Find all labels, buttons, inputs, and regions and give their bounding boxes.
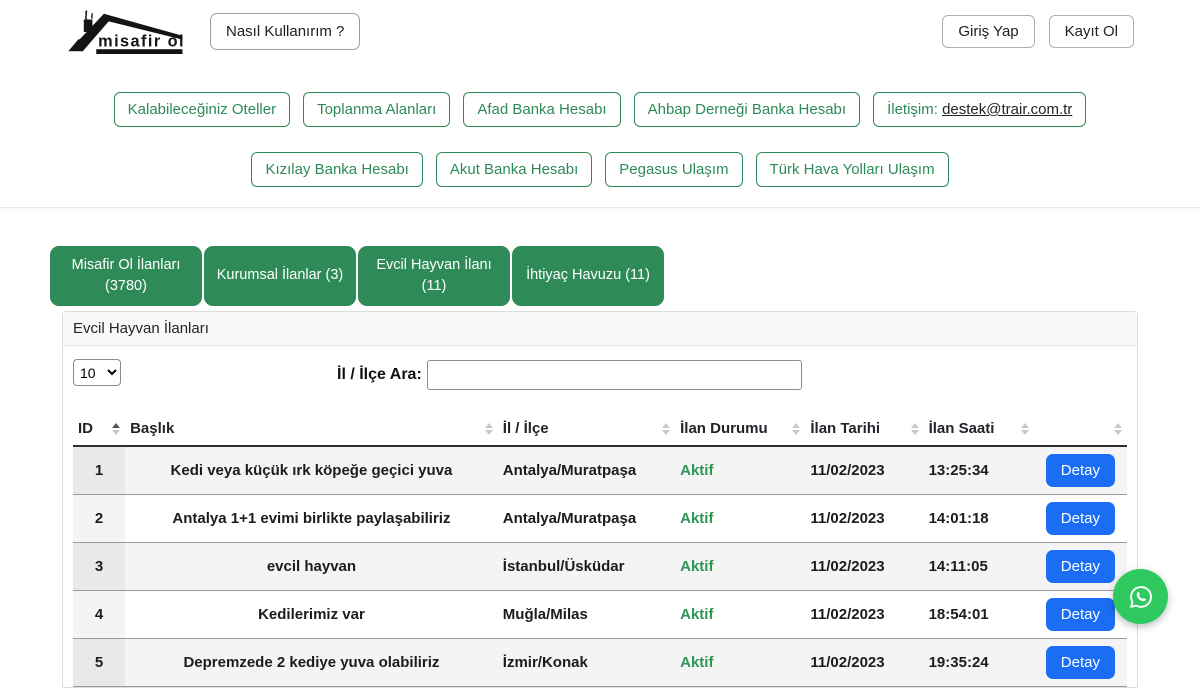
row-date: 11/02/2023 <box>805 639 923 687</box>
search-input[interactable] <box>427 360 802 390</box>
listing-tabs: Misafir Ol İlanları (3780) Kurumsal İlan… <box>50 246 1200 306</box>
sort-icon <box>485 423 493 435</box>
column-header-ilan-tarihi[interactable]: İlan Tarihi <box>805 412 923 446</box>
row-title: Kedilerimiz var <box>125 591 498 639</box>
login-button[interactable]: Giriş Yap <box>942 15 1034 48</box>
row-time: 13:25:34 <box>924 446 1034 495</box>
sort-icon <box>112 423 120 435</box>
row-title: evcil hayvan <box>125 543 498 591</box>
nav-pegasus-button[interactable]: Pegasus Ulaşım <box>605 152 742 187</box>
search-label: İl / İlçe Ara: <box>337 366 422 384</box>
listings-table: ID Başlık İl / İlçe İlan Durumu İlan Tar… <box>73 412 1127 687</box>
row-id: 2 <box>73 495 125 543</box>
table-row: 1 Kedi veya küçük ırk köpeğe geçici yuva… <box>73 446 1127 495</box>
detay-button[interactable]: Detay <box>1046 454 1115 487</box>
row-date: 11/02/2023 <box>805 495 923 543</box>
column-header-il-ilce[interactable]: İl / İlçe <box>498 412 675 446</box>
detay-button[interactable]: Detay <box>1046 550 1115 583</box>
sort-icon <box>662 423 670 435</box>
row-id: 4 <box>73 591 125 639</box>
row-title: Kedi veya küçük ırk köpeğe geçici yuva <box>125 446 498 495</box>
sort-icon <box>1114 423 1122 435</box>
whatsapp-icon <box>1126 582 1156 612</box>
panel-title: Evcil Hayvan İlanları <box>63 312 1137 346</box>
row-time: 19:35:24 <box>924 639 1034 687</box>
row-date: 11/02/2023 <box>805 446 923 495</box>
nav-thy-button[interactable]: Türk Hava Yolları Ulaşım <box>756 152 949 187</box>
table-row: 2 Antalya 1+1 evimi birlikte paylaşabili… <box>73 495 1127 543</box>
row-time: 14:11:05 <box>924 543 1034 591</box>
sort-icon <box>792 423 800 435</box>
table-controls: 10 İl / İlçe Ara: <box>73 359 1127 391</box>
quick-links-row-1: Kalabileceğiniz Oteller Toplanma Alanlar… <box>0 92 1200 127</box>
column-header-ilan-durumu[interactable]: İlan Durumu <box>675 412 805 446</box>
row-status-badge: Aktif <box>675 495 805 543</box>
logo[interactable]: misafir ol <box>66 8 184 54</box>
row-location: Antalya/Muratpaşa <box>498 495 675 543</box>
quick-links: Kalabileceğiniz Oteller Toplanma Alanlar… <box>0 92 1200 187</box>
sort-icon <box>911 423 919 435</box>
row-location: İstanbul/Üsküdar <box>498 543 675 591</box>
row-status-badge: Aktif <box>675 591 805 639</box>
detay-button[interactable]: Detay <box>1046 598 1115 631</box>
pet-listings-panel: Evcil Hayvan İlanları 10 İl / İlçe Ara: … <box>62 311 1138 688</box>
page-size-select[interactable]: 10 <box>73 359 121 386</box>
column-header-baslik[interactable]: Başlık <box>125 412 498 446</box>
row-date: 11/02/2023 <box>805 543 923 591</box>
section-divider <box>0 207 1200 208</box>
house-logo-icon: misafir ol <box>66 8 184 54</box>
table-row: 4 Kedilerimiz var Muğla/Milas Aktif 11/0… <box>73 591 1127 639</box>
row-location: İzmir/Konak <box>498 639 675 687</box>
column-header-actions[interactable] <box>1034 412 1127 446</box>
column-header-id[interactable]: ID <box>73 412 125 446</box>
tab-evcil-hayvan-ilani[interactable]: Evcil Hayvan İlanı (11) <box>358 246 510 306</box>
detay-button[interactable]: Detay <box>1046 502 1115 535</box>
whatsapp-button[interactable] <box>1113 569 1168 624</box>
row-status-badge: Aktif <box>675 543 805 591</box>
row-title: Depremzede 2 kediye yuva olabiliriz <box>125 639 498 687</box>
table-row: 5 Depremzede 2 kediye yuva olabiliriz İz… <box>73 639 1127 687</box>
nav-kizilay-bank-button[interactable]: Kızılay Banka Hesabı <box>251 152 422 187</box>
register-button[interactable]: Kayıt Ol <box>1049 15 1134 48</box>
row-location: Muğla/Milas <box>498 591 675 639</box>
logo-text: misafir ol <box>98 32 184 50</box>
contact-email-link[interactable]: destek@trair.com.tr <box>942 101 1072 118</box>
row-time: 18:54:01 <box>924 591 1034 639</box>
tab-misafir-ol-ilanlari[interactable]: Misafir Ol İlanları (3780) <box>50 246 202 306</box>
table-body: 1 Kedi veya küçük ırk köpeğe geçici yuva… <box>73 446 1127 687</box>
row-id: 5 <box>73 639 125 687</box>
row-id: 3 <box>73 543 125 591</box>
row-location: Antalya/Muratpaşa <box>498 446 675 495</box>
column-header-ilan-saati[interactable]: İlan Saati <box>924 412 1034 446</box>
contact-label: İletişim: <box>887 101 938 118</box>
table-row: 3 evcil hayvan İstanbul/Üsküdar Aktif 11… <box>73 543 1127 591</box>
row-id: 1 <box>73 446 125 495</box>
nav-ahbap-bank-button[interactable]: Ahbap Derneği Banka Hesabı <box>634 92 860 127</box>
tab-kurumsal-ilanlar[interactable]: Kurumsal İlanlar (3) <box>204 246 356 306</box>
how-to-use-button[interactable]: Nasıl Kullanırım ? <box>210 13 360 50</box>
row-time: 14:01:18 <box>924 495 1034 543</box>
nav-gathering-areas-button[interactable]: Toplanma Alanları <box>303 92 450 127</box>
table-header-row: ID Başlık İl / İlçe İlan Durumu İlan Tar… <box>73 412 1127 446</box>
row-status-badge: Aktif <box>675 446 805 495</box>
detay-button[interactable]: Detay <box>1046 646 1115 679</box>
row-title: Antalya 1+1 evimi birlikte paylaşabiliri… <box>125 495 498 543</box>
nav-afad-bank-button[interactable]: Afad Banka Hesabı <box>463 92 620 127</box>
nav-akut-bank-button[interactable]: Akut Banka Hesabı <box>436 152 592 187</box>
row-date: 11/02/2023 <box>805 591 923 639</box>
sort-icon <box>1021 423 1029 435</box>
quick-links-row-2: Kızılay Banka Hesabı Akut Banka Hesabı P… <box>0 152 1200 187</box>
tab-ihtiyac-havuzu[interactable]: İhtiyaç Havuzu (11) <box>512 246 664 306</box>
header: misafir ol Nasıl Kullanırım ? Giriş Yap … <box>0 0 1200 56</box>
nav-hotels-button[interactable]: Kalabileceğiniz Oteller <box>114 92 290 127</box>
row-status-badge: Aktif <box>675 639 805 687</box>
contact-box: İletişim: destek@trair.com.tr <box>873 92 1086 127</box>
